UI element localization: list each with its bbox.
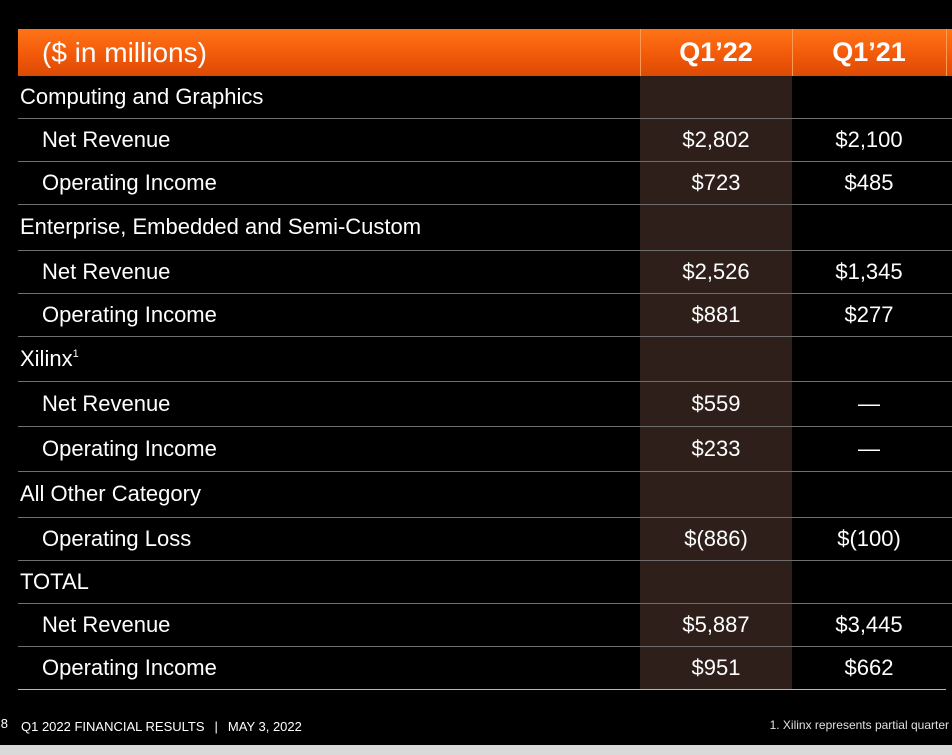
row-label: Net Revenue [18,118,640,162]
label-text: Net Revenue [42,258,171,284]
table-row: Net Revenue $5,887 $3,445 [18,603,952,647]
table-row: Net Revenue $559— [18,381,952,427]
value-q1-22: $951 [640,646,792,690]
value-q1-21: $1,345 [792,250,946,294]
table-body: Computing and Graphics Net Revenue $2,802 $… [18,76,952,690]
footnote-marker: 1 [72,347,79,360]
page-number: 8 [0,716,8,731]
value-q1-21: — [792,426,946,472]
value-q1-22: $(886) [640,517,792,561]
table-row: Net Revenue $2,802 $2,100 [18,118,952,162]
row-edge [946,161,952,205]
row-edge [946,204,952,251]
label-text: Net Revenue [42,126,171,152]
table-header-row: ($ in millions) Q1’22 Q1’21 [18,29,952,76]
row-label: Operating Income [18,646,640,690]
label-text: Enterprise, Embedded and Semi-Custom [20,214,422,239]
value-q1-21: — [792,381,946,427]
table-row: Operating Loss $(886) $(100) [18,517,952,561]
row-edge [946,250,952,294]
section-label: Xilinx1 [18,336,640,382]
value-q1-21 [792,204,946,251]
label-text: Computing and Graphics [20,83,264,109]
value-q1-21: $(100) [792,517,946,561]
section-label: All Other Category [18,471,640,518]
header-units-label: ($ in millions) [18,29,641,76]
footer-separator: | [214,719,218,734]
value-q1-21: $3,445 [792,603,946,647]
row-edge [946,646,952,689]
row-edge [946,336,952,382]
row-label: Net Revenue [18,603,640,647]
row-edge [946,426,952,472]
row-label: Operating Income [18,161,640,205]
section-row: Enterprise, Embedded and Semi-Custom [18,204,952,251]
footer-date: MAY 3, 2022 [227,719,302,734]
label-text: Operating Income [42,654,217,680]
row-label: Operating Loss [18,517,640,561]
value-q1-22: $5,887 [640,603,792,647]
value-q1-22 [640,336,792,382]
value-q1-21 [792,471,946,518]
value-q1-22: $881 [640,293,792,337]
row-label: Operating Income [18,293,640,337]
table-row: Net Revenue $2,526 $1,345 [18,250,952,294]
value-q1-21 [792,336,946,382]
row-edge [946,560,952,604]
value-q1-21: $277 [792,293,946,337]
value-q1-22: $559 [640,381,792,427]
section-row: All Other Category [18,471,952,518]
value-q1-21 [792,560,946,604]
page-bottom-band [0,745,952,755]
label-text: Net Revenue [42,390,171,416]
value-q1-21: $485 [792,161,946,205]
header-q1-21: Q1’21 [792,29,947,76]
value-q1-22 [640,76,792,119]
row-label: Operating Income [18,426,640,472]
row-edge [946,76,952,119]
section-row: Computing and Graphics [18,76,952,119]
footnote: 1. Xilinx represents partial quarter [769,718,949,732]
value-q1-22: $233 [640,426,792,472]
row-edge [946,118,952,162]
header-q1-22: Q1’22 [640,29,793,76]
row-label: Net Revenue [18,250,640,294]
value-q1-21: $662 [792,646,946,690]
label-text: Net Revenue [42,611,171,637]
row-edge [946,381,952,427]
value-q1-22: $723 [640,161,792,205]
value-q1-22 [640,560,792,604]
table-row: Operating Income $723 $485 [18,161,952,205]
label-text: All Other Category [20,481,201,506]
label-text: Xilinx [20,345,73,371]
label-text: Operating Income [42,435,217,461]
value-q1-22 [640,471,792,518]
row-label: Net Revenue [18,381,640,427]
value-q1-21 [792,76,946,119]
table-row: Operating Income $881 $277 [18,293,952,337]
label-text: TOTAL [20,568,89,594]
value-q1-21: $2,100 [792,118,946,162]
label-text: Operating Income [42,169,217,195]
label-text: Operating Income [42,301,217,327]
header-edge [946,29,952,76]
section-label: Enterprise, Embedded and Semi-Custom [18,204,640,251]
table-row: Operating Income $951 $662 [18,646,952,690]
footer-title: Q1 2022 FINANCIAL RESULTS [21,719,205,734]
value-q1-22: $2,526 [640,250,792,294]
section-row: Xilinx1 [18,336,952,382]
value-q1-22: $2,802 [640,118,792,162]
row-edge [946,293,952,337]
table-row: Operating Income $233— [18,426,952,472]
section-label: Computing and Graphics [18,76,640,119]
footer: 8 Q1 2022 FINANCIAL RESULTS | MAY 3, 2022 [0,716,302,734]
section-label: TOTAL [18,560,640,604]
label-text: Operating Loss [42,525,192,551]
row-edge [946,517,952,561]
section-row: TOTAL [18,560,952,604]
row-edge [946,471,952,518]
row-edge [946,603,952,647]
value-q1-22 [640,204,792,251]
financial-table: ($ in millions) Q1’22 Q1’21 Computing an… [18,29,952,690]
